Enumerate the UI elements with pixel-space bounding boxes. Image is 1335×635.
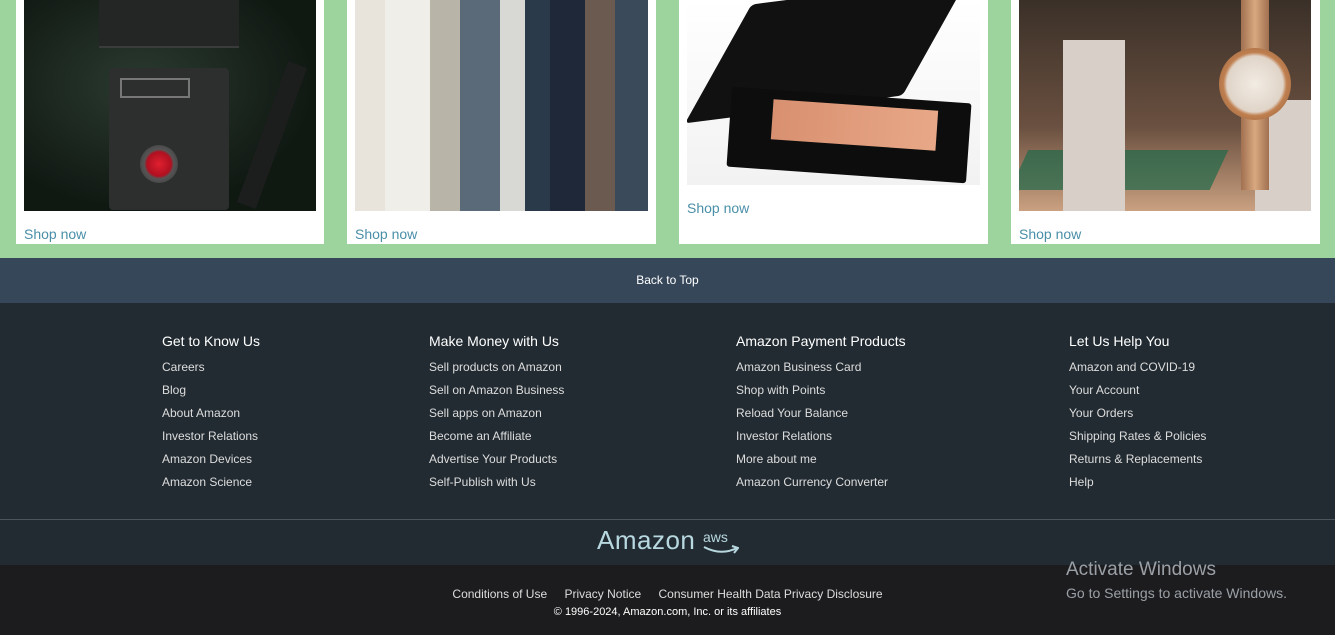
footer-link[interactable]: Shop with Points: [736, 379, 906, 402]
footer-link[interactable]: Shipping Rates & Policies: [1069, 425, 1206, 448]
footer-link[interactable]: Careers: [162, 356, 260, 379]
footer-column-title: Let Us Help You: [1069, 333, 1170, 349]
shop-now-link[interactable]: Shop now: [687, 200, 749, 216]
activate-windows-watermark: Activate Windows Go to Settings to activ…: [1066, 559, 1287, 601]
footer-link[interactable]: Your Account: [1069, 379, 1206, 402]
watch-image[interactable]: [1019, 0, 1311, 211]
footer-link[interactable]: Returns & Replacements: [1069, 448, 1206, 471]
footer-link[interactable]: Advertise Your Products: [429, 448, 564, 471]
footer-link[interactable]: Sell products on Amazon: [429, 356, 564, 379]
footer-link[interactable]: Amazon and COVID-19: [1069, 356, 1206, 379]
shop-now-link[interactable]: Shop now: [355, 226, 417, 242]
shop-now-link[interactable]: Shop now: [1019, 226, 1081, 242]
footer-link[interactable]: Investor Relations: [162, 425, 260, 448]
logo-text: Amazon: [597, 525, 696, 555]
product-card-compact: Shop now: [679, 0, 988, 244]
footer-divider: [0, 519, 1335, 520]
footer-link[interactable]: Help: [1069, 471, 1206, 494]
footer-link[interactable]: Amazon Science: [162, 471, 260, 494]
footer-column-make-money: Make Money with Us Sell products on Amaz…: [429, 333, 564, 494]
footer-column-title: Amazon Payment Products: [736, 333, 906, 349]
footer-column-title: Make Money with Us: [429, 333, 559, 349]
clothes-image[interactable]: [355, 0, 648, 211]
footer-link[interactable]: Become an Affiliate: [429, 425, 564, 448]
shop-now-link[interactable]: Shop now: [24, 226, 86, 242]
footer-navigation: Get to Know Us Careers Blog About Amazon…: [0, 303, 1335, 565]
footer-link[interactable]: Amazon Currency Converter: [736, 471, 906, 494]
footer-link[interactable]: Sell apps on Amazon: [429, 402, 564, 425]
footer-link[interactable]: Investor Relations: [736, 425, 906, 448]
product-card-watch: Shop now: [1011, 0, 1320, 244]
footer-column-payment-products: Amazon Payment Products Amazon Business …: [736, 333, 906, 494]
footer-link[interactable]: Sell on Amazon Business: [429, 379, 564, 402]
footer-column-help: Let Us Help You Amazon and COVID-19 Your…: [1069, 333, 1206, 494]
footer-link[interactable]: Reload Your Balance: [736, 402, 906, 425]
activate-windows-subtitle: Go to Settings to activate Windows.: [1066, 585, 1287, 601]
privacy-notice-link[interactable]: Privacy Notice: [564, 587, 641, 601]
footer-link[interactable]: Amazon Devices: [162, 448, 260, 471]
footer-link[interactable]: Your Orders: [1069, 402, 1206, 425]
footer-link[interactable]: Amazon Business Card: [736, 356, 906, 379]
activate-windows-title: Activate Windows: [1066, 559, 1216, 580]
footer-column-get-to-know-us: Get to Know Us Careers Blog About Amazon…: [162, 333, 260, 494]
compact-image[interactable]: [687, 0, 980, 185]
camera-image[interactable]: [24, 0, 316, 211]
footer-column-title: Get to Know Us: [162, 333, 261, 349]
footer-link[interactable]: About Amazon: [162, 402, 260, 425]
conditions-of-use-link[interactable]: Conditions of Use: [452, 587, 547, 601]
footer-link[interactable]: More about me: [736, 448, 906, 471]
footer-link[interactable]: Blog: [162, 379, 260, 402]
smile-arrow-icon: [703, 545, 739, 554]
copyright-text: © 1996-2024, Amazon.com, Inc. or its aff…: [553, 606, 782, 618]
product-card-camera: Shop now: [16, 0, 324, 244]
product-card-clothes: Shop now: [347, 0, 656, 244]
logo-aws-text: aws: [703, 529, 728, 545]
footer-link[interactable]: Self-Publish with Us: [429, 471, 564, 494]
product-cards-row: Shop now Shop now Shop now Shop now: [0, 0, 1335, 258]
health-data-privacy-link[interactable]: Consumer Health Data Privacy Disclosure: [659, 587, 883, 601]
back-to-top-button[interactable]: Back to Top: [0, 258, 1335, 303]
amazon-aws-logo[interactable]: Amazon aws: [597, 525, 739, 561]
